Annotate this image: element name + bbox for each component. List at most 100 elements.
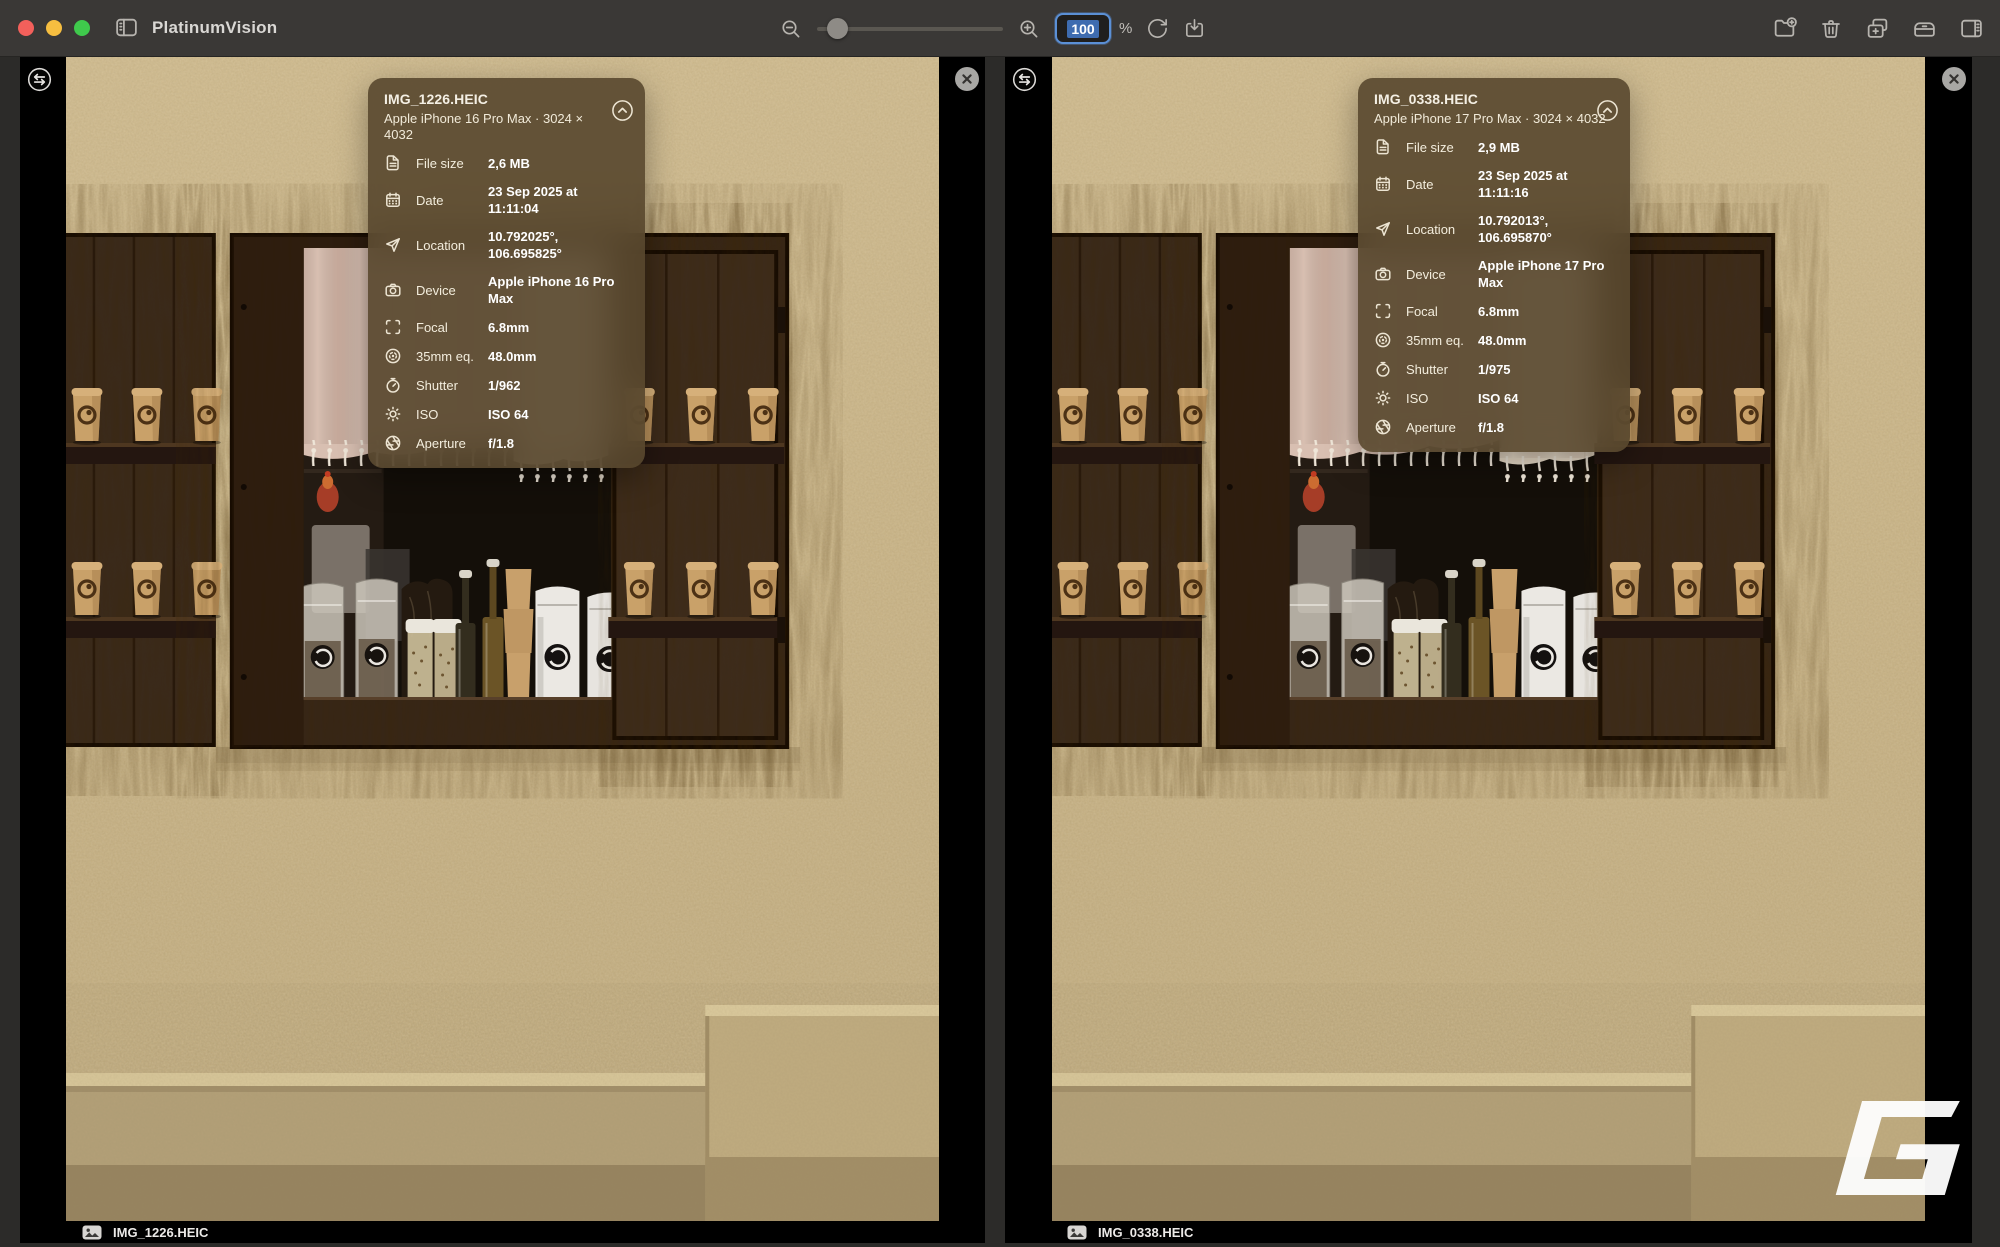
location-icon xyxy=(1374,220,1392,238)
swap-compare-button[interactable] xyxy=(26,66,53,93)
chevron-up-icon xyxy=(1596,99,1619,122)
calendar-icon xyxy=(384,191,402,209)
file-subtitle: Apple iPhone 17 Pro Max · 3024 × 4032 xyxy=(1374,111,1614,127)
zoom-toolbar: 100 % xyxy=(779,0,1206,57)
metadata-panel: IMG_0338.HEIC Apple iPhone 17 Pro Max · … xyxy=(1358,78,1630,452)
shutter-icon xyxy=(1374,360,1392,378)
magnifier-plus-icon xyxy=(1017,17,1041,41)
refresh-icon xyxy=(1146,17,1169,40)
viewer-pane-right: IMG_0338.HEIC Apple iPhone 17 Pro Max · … xyxy=(1005,57,1972,1243)
focal-icon xyxy=(1374,302,1392,320)
export-button[interactable] xyxy=(1183,17,1206,40)
metadata-panel: IMG_1226.HEIC Apple iPhone 16 Pro Max · … xyxy=(368,78,645,468)
metadata-label: Device xyxy=(416,283,482,298)
metadata-value: 48.0mm xyxy=(488,348,629,365)
watermark-g-logo xyxy=(1828,1101,1960,1195)
file-subtitle: Apple iPhone 16 Pro Max · 3024 × 4032 xyxy=(384,111,598,143)
zoom-slider[interactable] xyxy=(817,27,1003,31)
metadata-row: Shutter 1/975 xyxy=(1374,360,1614,378)
metadata-value: 23 Sep 2025 at 11:11:04 xyxy=(488,183,629,217)
archive-box-icon xyxy=(1912,16,1937,41)
filename-label: IMG_1226.HEIC xyxy=(113,1225,208,1240)
metadata-row: ISO ISO 64 xyxy=(384,405,629,423)
metadata-value: 2,9 MB xyxy=(1478,139,1614,156)
metadata-value: ISO 64 xyxy=(1478,390,1614,407)
toggle-sidebar-button[interactable] xyxy=(113,15,140,40)
file-title: IMG_1226.HEIC xyxy=(384,91,629,107)
collapse-panel-button[interactable] xyxy=(611,99,634,122)
metadata-value: 23 Sep 2025 at 11:11:16 xyxy=(1478,167,1614,201)
metadata-row: Focal 6.8mm xyxy=(1374,302,1614,320)
metadata-value: 1/975 xyxy=(1478,361,1614,378)
metadata-value: 6.8mm xyxy=(1478,303,1614,320)
zoom-level-value: 100 xyxy=(1067,20,1098,38)
metadata-value: 6.8mm xyxy=(488,319,629,336)
percent-label: % xyxy=(1119,20,1132,37)
metadata-value: 10.792025°, 106.695825° xyxy=(488,228,629,262)
trash-icon xyxy=(1819,17,1843,41)
metadata-value: f/1.8 xyxy=(488,435,629,452)
metadata-value: f/1.8 xyxy=(1478,419,1614,436)
metadata-value: 2,6 MB xyxy=(488,155,629,172)
minimize-window-button[interactable] xyxy=(46,20,62,36)
metadata-row: ISO ISO 64 xyxy=(1374,389,1614,407)
archive-button[interactable] xyxy=(1912,16,1937,41)
chevron-up-icon xyxy=(611,99,634,122)
metadata-value: Apple iPhone 16 Pro Max xyxy=(488,273,629,307)
metadata-label: 35mm eq. xyxy=(416,349,482,364)
close-icon xyxy=(954,66,980,92)
metadata-value: Apple iPhone 17 Pro Max xyxy=(1478,257,1614,291)
calendar-icon xyxy=(1374,175,1392,193)
aperture-icon xyxy=(1374,418,1392,436)
metadata-row: Aperture f/1.8 xyxy=(1374,418,1614,436)
toggle-inspector-button[interactable] xyxy=(1959,16,1984,41)
lens-icon xyxy=(384,347,402,365)
focal-icon xyxy=(384,318,402,336)
metadata-row: Device Apple iPhone 17 Pro Max xyxy=(1374,257,1614,291)
photo-thumbnail-icon xyxy=(82,1225,102,1240)
close-window-button[interactable] xyxy=(18,20,34,36)
add-folder-button[interactable] xyxy=(1772,16,1797,41)
close-pane-button[interactable] xyxy=(1941,66,1967,92)
zoom-level-field[interactable]: 100 xyxy=(1055,13,1111,44)
zoom-window-button[interactable] xyxy=(74,20,90,36)
file-icon xyxy=(1374,138,1392,156)
metadata-row: 35mm eq. 48.0mm xyxy=(1374,331,1614,349)
metadata-label: ISO xyxy=(1406,391,1472,406)
filename-bar: IMG_0338.HEIC xyxy=(1005,1221,1972,1243)
aperture-icon xyxy=(384,434,402,452)
file-toolbar xyxy=(1772,0,1984,57)
shutter-icon xyxy=(384,376,402,394)
collapse-panel-button[interactable] xyxy=(1596,99,1619,122)
metadata-rows: File size 2,9 MB Date 23 Sep 2025 at 11:… xyxy=(1374,138,1614,436)
metadata-row: Aperture f/1.8 xyxy=(384,434,629,452)
titlebar: PlatinumVision 100 % xyxy=(0,0,2000,57)
metadata-label: Shutter xyxy=(416,378,482,393)
lens-icon xyxy=(1374,331,1392,349)
new-comparison-button[interactable] xyxy=(1865,16,1890,41)
zoom-slider-thumb[interactable] xyxy=(827,18,848,39)
close-icon xyxy=(1941,66,1967,92)
traffic-lights xyxy=(18,20,90,36)
delete-button[interactable] xyxy=(1819,17,1843,41)
metadata-row: File size 2,6 MB xyxy=(384,154,629,172)
sidebar-icon xyxy=(113,15,140,40)
metadata-label: Device xyxy=(1406,267,1472,282)
swap-compare-button[interactable] xyxy=(1011,66,1038,93)
zoom-out-button[interactable] xyxy=(779,17,803,41)
metadata-row: Location 10.792013°, 106.695870° xyxy=(1374,212,1614,246)
metadata-label: Focal xyxy=(1406,304,1472,319)
metadata-row: Focal 6.8mm xyxy=(384,318,629,336)
refresh-button[interactable] xyxy=(1146,17,1169,40)
metadata-label: Date xyxy=(1406,177,1472,192)
metadata-row: File size 2,9 MB xyxy=(1374,138,1614,156)
app-window: PlatinumVision 100 % xyxy=(0,0,2000,1247)
metadata-row: Shutter 1/962 xyxy=(384,376,629,394)
metadata-row: 35mm eq. 48.0mm xyxy=(384,347,629,365)
file-title: IMG_0338.HEIC xyxy=(1374,91,1614,107)
metadata-label: ISO xyxy=(416,407,482,422)
close-pane-button[interactable] xyxy=(954,66,980,92)
filename-label: IMG_0338.HEIC xyxy=(1098,1225,1193,1240)
zoom-in-button[interactable] xyxy=(1017,17,1041,41)
photo-thumbnail-icon xyxy=(1067,1225,1087,1240)
